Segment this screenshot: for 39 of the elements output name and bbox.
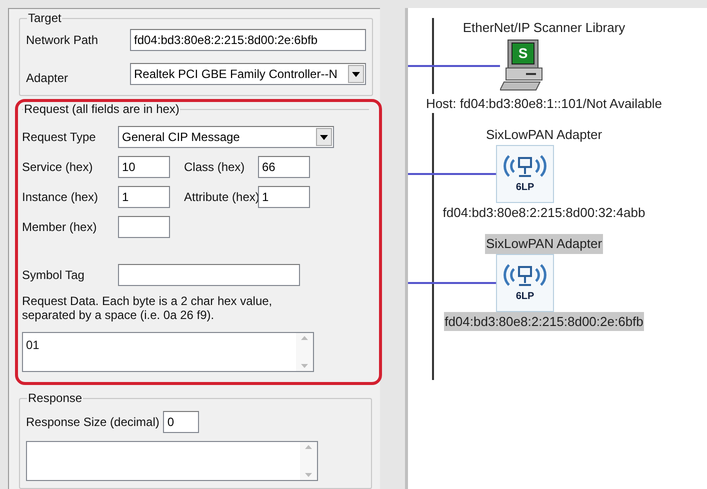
group-title: Response <box>27 391 84 405</box>
field-label: Instance (hex) <box>22 189 100 206</box>
group-title: Target <box>27 11 62 25</box>
text-field[interactable] <box>118 264 300 286</box>
text-field[interactable]: 0 <box>163 411 200 433</box>
text-area[interactable] <box>26 441 318 481</box>
text-area[interactable]: 01 <box>22 332 314 372</box>
field-label: Adapter <box>26 70 70 87</box>
scroll-down-icon[interactable] <box>305 473 312 477</box>
field-label: Class (hex) <box>183 159 246 176</box>
scroll-up-icon[interactable] <box>301 336 308 340</box>
field-label: Network Path <box>26 32 100 49</box>
field-label: Service (hex) <box>22 159 94 176</box>
field-label: Request Type <box>22 129 97 146</box>
caret-icon <box>348 65 364 83</box>
text-field[interactable]: 1 <box>258 186 310 208</box>
scroll-down-icon[interactable] <box>301 364 308 368</box>
node-address[interactable]: fd04:bd3:80e8:2:215:8d00:2e:6bfb <box>444 312 644 331</box>
scrollbar[interactable] <box>300 442 317 480</box>
text-field[interactable]: 66 <box>258 156 310 178</box>
dropdown[interactable]: General CIP Message <box>118 126 334 148</box>
wireless-network-icon: 6LP <box>496 144 554 202</box>
scroll-up-icon[interactable] <box>305 445 312 449</box>
scrollbar[interactable] <box>296 333 313 371</box>
node-address[interactable]: Host: fd04:bd3:80e8:1::101/Not Available <box>424 94 664 113</box>
field-label: Attribute (hex) <box>183 189 258 206</box>
caret-icon <box>316 128 332 146</box>
group-title: Request (all fields are in hex) <box>23 102 180 116</box>
text-field[interactable]: 10 <box>118 156 170 178</box>
text-field[interactable]: 1 <box>118 186 170 208</box>
field-label: Member (hex) <box>22 219 98 236</box>
wireless-network-icon: 6LP <box>496 254 554 312</box>
node-title[interactable]: SixLowPAN Adapter <box>484 234 604 254</box>
text-field[interactable] <box>118 216 170 238</box>
request-data-hint: Request Data. Each byte is a 2 char hex value, separated by a space (i.e. 0a 26 f9). <box>22 294 274 322</box>
text-field[interactable]: fd04:bd3:80e8:2:215:8d00:2e:6bfb <box>130 29 366 51</box>
field-label: Symbol Tag <box>22 267 86 284</box>
field-label: Response Size (decimal) <box>26 414 160 431</box>
dropdown[interactable]: Realtek PCI GBE Family Controller--N <box>130 63 366 85</box>
